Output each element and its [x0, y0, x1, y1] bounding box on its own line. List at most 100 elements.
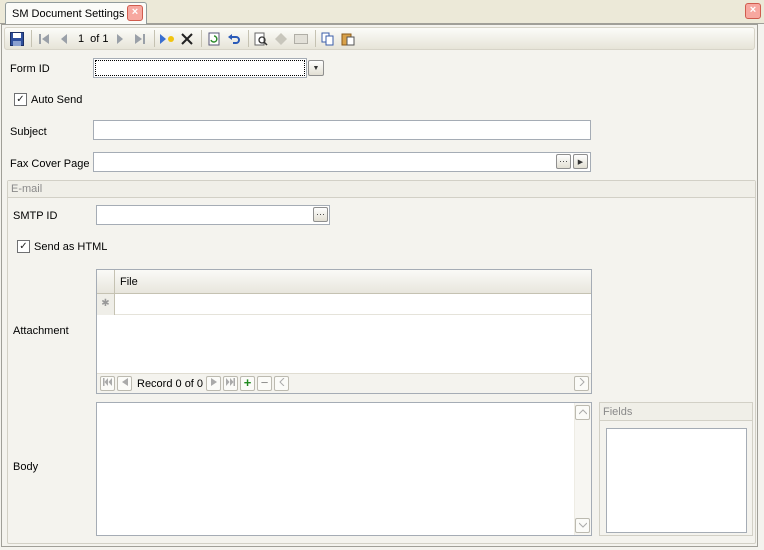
tab-title: SM Document Settings	[12, 7, 125, 20]
attachment-label: Attachment	[13, 325, 69, 337]
grid-next-button[interactable]	[206, 376, 222, 391]
delete-icon	[181, 32, 194, 45]
body-scroll-down-button[interactable]	[575, 518, 590, 533]
new-record-icon	[160, 33, 175, 44]
grid-navigator: Record 0 of 0 + −	[97, 373, 591, 393]
paste-icon	[341, 33, 355, 45]
grid-scroll-right-button[interactable]	[574, 376, 589, 391]
previous-icon	[61, 33, 67, 44]
help-icon	[275, 32, 288, 45]
chevron-down-icon: ▼	[312, 65, 320, 72]
previous-icon	[121, 378, 128, 386]
smtp-id-browse-button[interactable]: ···	[313, 207, 328, 222]
body-vscrollbar[interactable]	[574, 403, 591, 535]
fax-cover-page-label: Fax Cover Page	[10, 158, 90, 170]
print-preview-icon	[254, 32, 269, 46]
document-panel: 1 of 1 Form ID ▼ ✓ Auto Send Subject Fax…	[1, 24, 758, 547]
send-as-html-label: Send as HTML	[34, 241, 108, 253]
grid-record-text: Record 0 of 0	[137, 377, 204, 390]
grid-header: File	[97, 270, 591, 294]
previous-record-button[interactable]	[55, 30, 73, 48]
chevron-left-icon	[278, 377, 284, 387]
toolbar: 1 of 1	[4, 27, 755, 50]
fax-cover-browse-button[interactable]: ···	[556, 154, 571, 169]
form-id-label: Form ID	[10, 63, 50, 75]
form-id-combo[interactable]	[93, 58, 307, 78]
smtp-id-input[interactable]: ···	[96, 205, 330, 225]
body-textarea[interactable]	[96, 402, 592, 536]
grid-first-button[interactable]	[100, 376, 115, 391]
help-button[interactable]	[272, 30, 290, 48]
toolbar-separator	[201, 30, 203, 47]
ellipsis-icon: ···	[559, 156, 568, 166]
first-record-button[interactable]	[35, 30, 53, 48]
email-group-header: E-mail	[8, 181, 755, 198]
undo-button[interactable]	[225, 30, 243, 48]
fax-cover-page-input[interactable]: ··· ▶	[93, 152, 591, 172]
toolbar-separator	[31, 30, 32, 47]
chevron-up-icon	[578, 409, 587, 415]
first-icon	[103, 378, 112, 386]
check-icon: ✓	[19, 241, 28, 252]
refresh-icon	[208, 32, 220, 45]
ellipsis-icon: ···	[316, 209, 325, 219]
plus-icon: +	[243, 375, 252, 390]
grid-add-button[interactable]: +	[240, 375, 256, 391]
record-current: 1	[78, 32, 85, 45]
refresh-button[interactable]	[205, 30, 223, 48]
window-close-icon[interactable]: ×	[745, 3, 761, 19]
toolbar-separator	[248, 30, 250, 47]
chevron-right-icon	[579, 377, 585, 387]
smtp-id-label: SMTP ID	[13, 210, 58, 222]
delete-record-button[interactable]	[178, 30, 196, 48]
save-button[interactable]	[8, 30, 26, 48]
new-row-icon: ✱	[97, 294, 115, 315]
tab-close-icon[interactable]: ×	[127, 5, 143, 21]
grid-remove-button[interactable]: −	[257, 375, 273, 391]
chevron-down-icon	[578, 522, 587, 528]
record-total: of 1	[90, 32, 109, 45]
toolbar-separator	[154, 30, 156, 47]
last-icon	[135, 33, 146, 44]
last-record-button[interactable]	[131, 30, 149, 48]
send-as-html-checkbox[interactable]: ✓	[17, 240, 30, 253]
save-icon	[10, 31, 24, 46]
grid-row-header-corner	[97, 270, 115, 294]
auto-send-checkbox[interactable]: ✓	[14, 93, 27, 106]
copy-button[interactable]	[319, 30, 337, 48]
new-record-button[interactable]	[158, 30, 176, 48]
grid-scroll-left-button[interactable]	[274, 376, 290, 391]
paste-button[interactable]	[339, 30, 357, 48]
copy-icon	[321, 32, 334, 45]
next-record-button[interactable]	[111, 30, 129, 48]
auto-send-label: Auto Send	[31, 94, 83, 106]
arrow-right-icon: ▶	[577, 159, 584, 166]
toolbar-separator	[315, 30, 317, 47]
first-icon	[39, 33, 49, 44]
subject-input[interactable]	[93, 120, 591, 140]
body-label: Body	[13, 461, 39, 473]
next-icon	[117, 33, 124, 44]
grid-last-button[interactable]	[223, 376, 239, 391]
grid-previous-button[interactable]	[117, 376, 132, 391]
tab-sm-document-settings[interactable]: SM Document Settings ×	[5, 2, 147, 24]
tab-strip: SM Document Settings × ×	[0, 0, 764, 24]
column-header-file[interactable]: File	[120, 276, 138, 288]
last-icon	[226, 378, 236, 386]
fields-group: Fields	[599, 402, 753, 536]
body-scroll-up-button[interactable]	[575, 405, 590, 420]
card-icon	[294, 33, 309, 44]
next-icon	[210, 378, 217, 386]
form-id-dropdown-button[interactable]: ▼	[308, 60, 324, 76]
undo-icon	[228, 33, 241, 44]
form-id-focus-rect	[95, 60, 305, 76]
fields-list[interactable]	[606, 428, 747, 533]
card-button[interactable]	[292, 30, 310, 48]
grid-new-row[interactable]: ✱	[97, 294, 591, 315]
subject-label: Subject	[10, 126, 47, 138]
print-preview-button[interactable]	[252, 30, 270, 48]
fax-cover-open-button[interactable]: ▶	[573, 154, 588, 169]
check-icon: ✓	[16, 94, 25, 105]
attachment-grid[interactable]: File ✱ Record 0 of 0 + −	[96, 269, 592, 394]
minus-icon: −	[260, 375, 269, 390]
